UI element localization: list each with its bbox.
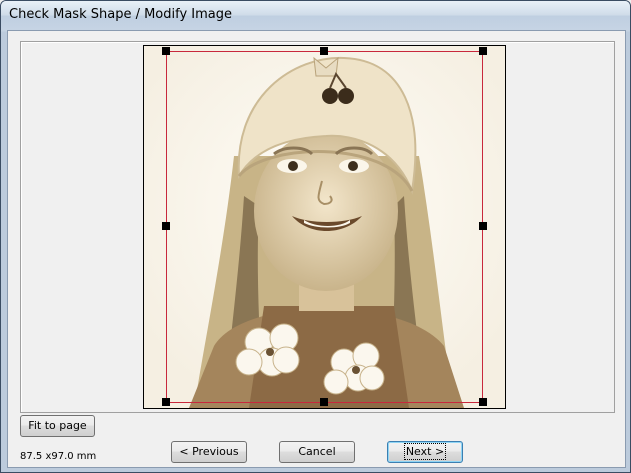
resize-handle-middle-left[interactable]: [162, 222, 170, 230]
image-canvas[interactable]: [143, 45, 506, 409]
fit-to-page-label: Fit to page: [28, 419, 87, 432]
image-preview-panel: [20, 41, 615, 413]
cancel-label: Cancel: [298, 445, 336, 458]
mask-outline: [166, 51, 483, 403]
resize-handle-bottom-left[interactable]: [162, 398, 170, 406]
next-button[interactable]: Next >: [387, 441, 463, 463]
title-bar[interactable]: Check Mask Shape / Modify Image: [1, 1, 630, 30]
previous-label: < Previous: [179, 445, 239, 458]
dialog-window: Check Mask Shape / Modify Image Fit to p…: [0, 0, 631, 473]
dialog-client-area: Fit to page 87.5 x97.0 mm < Previous Can…: [7, 30, 626, 468]
next-label: Next >: [403, 443, 447, 460]
resize-handle-top-left[interactable]: [162, 47, 170, 55]
resize-handle-top-center[interactable]: [320, 47, 328, 55]
fit-to-page-button[interactable]: Fit to page: [20, 415, 95, 437]
resize-handle-middle-right[interactable]: [479, 222, 487, 230]
resize-handle-bottom-center[interactable]: [320, 398, 328, 406]
image-dimensions-readout: 87.5 x97.0 mm: [20, 451, 97, 462]
resize-handle-bottom-right[interactable]: [479, 398, 487, 406]
window-title: Check Mask Shape / Modify Image: [9, 7, 233, 22]
previous-button[interactable]: < Previous: [171, 441, 247, 463]
cancel-button[interactable]: Cancel: [279, 441, 355, 463]
resize-handle-top-right[interactable]: [479, 47, 487, 55]
